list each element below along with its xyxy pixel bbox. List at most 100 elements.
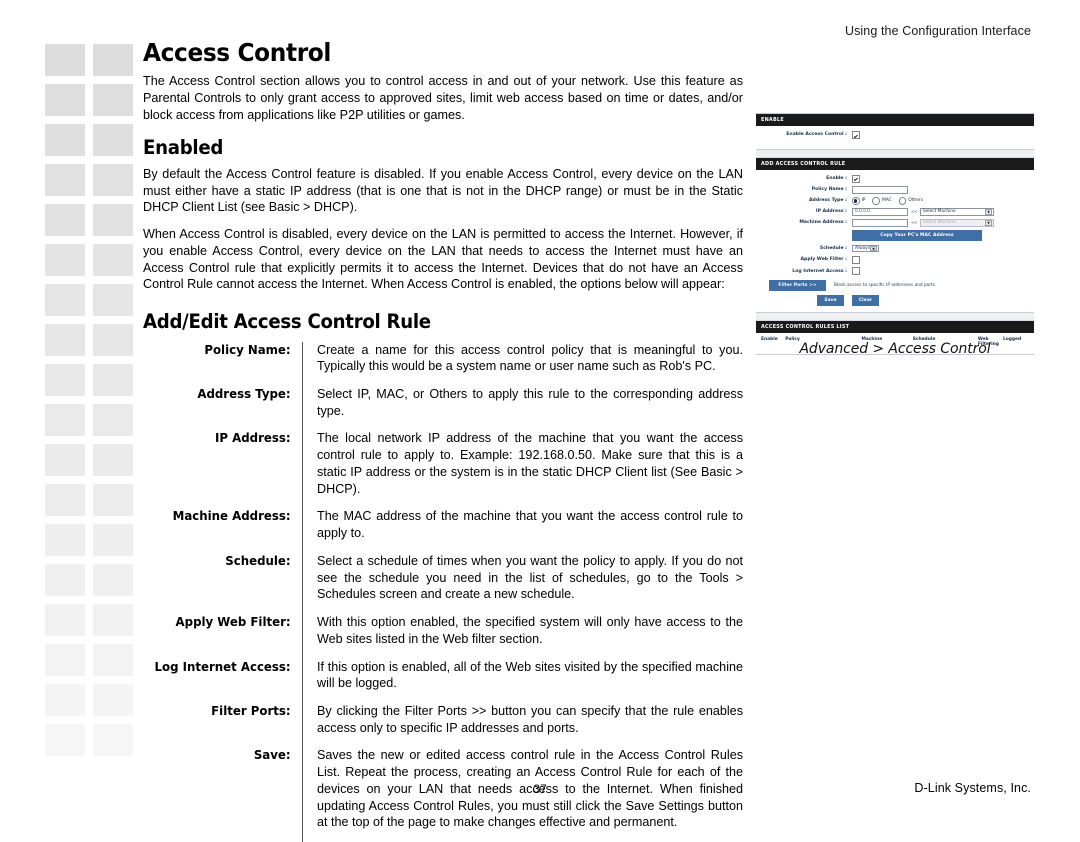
sidebar-decoration-square — [45, 724, 85, 756]
chevron-down-icon[interactable]: ▼ — [985, 209, 993, 215]
sidebar-decoration-square — [45, 164, 85, 196]
machine-address-row: Machine Address : << Select Machine ▼ — [761, 219, 1029, 227]
sidebar-decoration-square — [45, 444, 85, 476]
schedule-dropdown[interactable]: Always ▼ — [852, 244, 879, 253]
sidebar-decoration-square — [93, 484, 133, 516]
schedule-row: Schedule : Always ▼ — [761, 244, 1029, 253]
address-type-option-others[interactable]: Others — [898, 197, 923, 205]
machine-address-label: Machine Address : — [799, 220, 847, 226]
radio-others-icon[interactable] — [898, 197, 907, 205]
definition-term: Address Type: — [197, 386, 291, 401]
machine-select-machine-dropdown[interactable]: Select Machine ▼ — [920, 219, 995, 227]
sidebar-decoration-square — [93, 724, 133, 756]
sidebar-decoration-square — [45, 604, 85, 636]
enable-section-body: Enable Access Control : — [756, 126, 1034, 150]
sidebar-decoration-square — [93, 324, 133, 356]
sidebar-decoration-square — [93, 244, 133, 276]
chevron-down-icon[interactable]: ▼ — [985, 220, 993, 226]
apply-web-filter-row: Apply Web Filter : — [761, 255, 1029, 264]
address-type-option-mac[interactable]: MAC — [872, 197, 892, 205]
definition-description: Create a name for this access control po… — [302, 341, 743, 386]
sidebar-decoration-square — [45, 84, 85, 116]
enable-section-header: ENABLE — [756, 114, 1034, 127]
enable-rule-label: Enable : — [826, 175, 847, 181]
sidebar-decoration-column-left — [45, 44, 85, 764]
sidebar-decoration-square — [45, 644, 85, 676]
page-title: Access Control — [143, 38, 332, 67]
enable-access-control-checkbox[interactable] — [852, 131, 860, 140]
table-row: Apply Web Filter: With this option enabl… — [143, 614, 743, 659]
ip-address-input[interactable]: 0.0.0.0 — [852, 208, 908, 216]
address-type-label: Address Type : — [808, 198, 847, 204]
filter-ports-note: Block access to specific IP addresses an… — [834, 283, 937, 289]
log-internet-access-row: Log Internet Access : — [761, 267, 1029, 276]
log-internet-access-checkbox[interactable] — [852, 267, 860, 276]
sidebar-decoration-square — [93, 524, 133, 556]
address-type-row: Address Type : IP MAC Others — [761, 197, 1029, 205]
definition-term: IP Address: — [215, 430, 291, 446]
intro-paragraph: The Access Control section allows you to… — [143, 74, 743, 122]
radio-ip-icon[interactable] — [852, 197, 860, 205]
definition-term: Policy Name: — [204, 341, 291, 357]
definition-term: Apply Web Filter: — [175, 614, 291, 630]
sidebar-decoration-square — [45, 564, 85, 596]
table-row: Filter Ports: By clicking the Filter Por… — [143, 703, 743, 748]
log-internet-access-label: Log Internet Access : — [792, 268, 847, 274]
sidebar-decoration-square — [93, 164, 133, 196]
sidebar-decoration-square — [45, 204, 85, 236]
chevron-down-icon[interactable]: ▼ — [870, 245, 878, 252]
enable-rule-checkbox[interactable] — [852, 174, 860, 183]
sidebar-decoration-square — [45, 324, 85, 356]
sidebar-decoration-column-right — [93, 44, 133, 764]
enable-access-control-row: Enable Access Control : — [761, 131, 1029, 140]
router-ui-screenshot: ENABLE Enable Access Control : ADD ACCES… — [756, 113, 1034, 355]
definition-table: Policy Name: Create a name for this acce… — [143, 341, 743, 842]
radio-mac-icon[interactable] — [872, 197, 880, 205]
address-type-option-ip-label: IP — [861, 198, 866, 204]
panel-gap — [756, 312, 1034, 321]
policy-name-input[interactable] — [852, 186, 908, 194]
sidebar-decoration-square — [93, 44, 133, 76]
apply-web-filter-checkbox[interactable] — [852, 255, 860, 264]
address-type-option-mac-label: MAC — [881, 198, 892, 204]
add-access-control-rule-body: Enable : Policy Name : Address Type : IP… — [756, 169, 1034, 313]
sidebar-decoration-square — [93, 364, 133, 396]
sidebar-decoration-square — [93, 644, 133, 676]
policy-name-label: Policy Name : — [811, 187, 847, 193]
table-row: Log Internet Access: If this option is e… — [143, 658, 743, 704]
sidebar-decoration-square — [93, 684, 133, 716]
machine-address-input[interactable] — [852, 219, 908, 227]
sidebar-decoration — [45, 44, 141, 784]
enabled-paragraph-2: When Access Control is disabled, every d… — [143, 227, 743, 292]
filter-ports-button[interactable]: Filter Ports >> — [769, 280, 826, 292]
table-row: Schedule: Select a schedule of times whe… — [143, 552, 743, 615]
panel-gap — [756, 149, 1034, 158]
sidebar-decoration-square — [45, 124, 85, 156]
sidebar-decoration-square — [93, 204, 133, 236]
ip-address-label: IP Address : — [815, 209, 847, 215]
copy-mac-address-button[interactable]: Copy Your PC's MAC Address — [852, 230, 982, 241]
enabled-paragraph-1: By default the Access Control feature is… — [143, 166, 743, 215]
add-edit-rule-heading: Add/Edit Access Control Rule — [143, 310, 431, 334]
left-arrows-icon: << — [911, 220, 918, 226]
access-control-rules-list-header: ACCESS CONTROL RULES LIST — [756, 320, 1034, 333]
sidebar-decoration-square — [93, 604, 133, 636]
table-row: IP Address: The local network IP address… — [143, 430, 743, 509]
left-arrows-icon: << — [911, 209, 918, 215]
enabled-heading: Enabled — [143, 136, 224, 160]
sidebar-decoration-square — [93, 84, 133, 116]
apply-web-filter-label: Apply Web Filter : — [800, 257, 847, 263]
clear-button[interactable]: Clear — [852, 295, 879, 306]
address-type-option-others-label: Others — [908, 198, 923, 204]
policy-name-row: Policy Name : — [761, 186, 1029, 194]
sidebar-decoration-square — [93, 284, 133, 316]
sidebar-decoration-square — [93, 564, 133, 596]
sidebar-decoration-square — [45, 524, 85, 556]
sidebar-decoration-square — [45, 364, 85, 396]
sidebar-decoration-square — [93, 444, 133, 476]
ip-select-machine-dropdown[interactable]: Select Machine ▼ — [920, 208, 995, 216]
sidebar-decoration-square — [45, 484, 85, 516]
address-type-option-ip[interactable]: IP — [852, 197, 865, 205]
form-action-buttons: Save Clear — [817, 295, 1029, 306]
save-button[interactable]: Save — [817, 295, 844, 306]
